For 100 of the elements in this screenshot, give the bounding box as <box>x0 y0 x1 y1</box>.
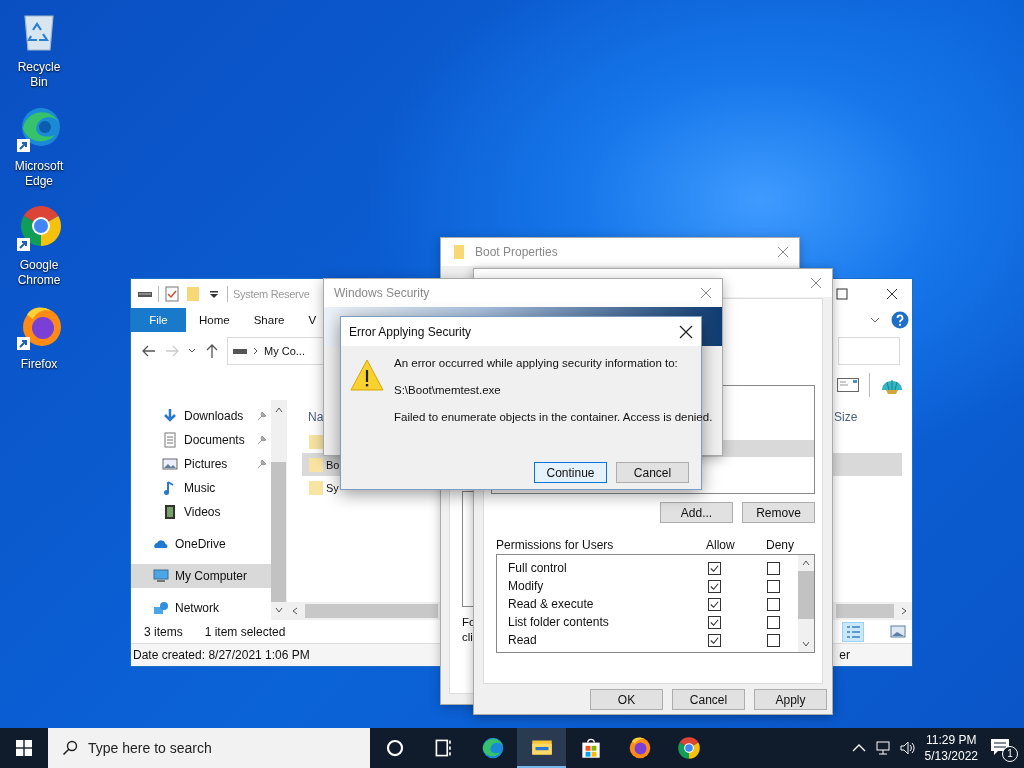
scroll-down-icon[interactable] <box>274 606 283 614</box>
desktop-icon-label[interactable]: Microsoft Edge <box>9 159 69 189</box>
help-icon[interactable] <box>891 311 909 329</box>
details-text: er <box>839 648 850 662</box>
edge-icon[interactable] <box>15 105 63 153</box>
checkbox[interactable] <box>708 561 721 575</box>
message-text: Failed to enumerate objects in the container. Access is denied. <box>394 410 713 425</box>
checkbox[interactable] <box>708 597 721 611</box>
item-count: 3 items <box>144 624 183 639</box>
film-icon <box>162 504 178 520</box>
permission-name: Read <box>508 633 538 647</box>
folder-icon <box>308 456 324 473</box>
monitor-icon <box>153 568 169 584</box>
scroll-left-icon[interactable] <box>291 607 299 615</box>
description-text: cli <box>462 630 473 645</box>
nav-item[interactable]: OneDrive <box>131 532 271 556</box>
picture-icon <box>162 456 178 472</box>
window-title: Boot Properties <box>475 245 558 259</box>
window-title: Windows Security <box>334 286 430 300</box>
details-view-icon[interactable] <box>842 621 864 642</box>
checkbox[interactable] <box>767 579 780 593</box>
permission-name: Read & execute <box>508 597 595 611</box>
column-header: Deny <box>766 538 795 554</box>
ribbon-tab[interactable]: V <box>306 308 319 332</box>
dialog-button[interactable]: Continue <box>534 462 607 483</box>
checkbox[interactable] <box>767 597 780 611</box>
close-icon[interactable] <box>679 324 693 339</box>
permissions-label: Permissions for Users <box>496 538 615 554</box>
desktop-icon-label[interactable]: Firefox <box>9 357 69 372</box>
nav-item[interactable]: Pictures <box>131 452 271 476</box>
scroll-up-icon[interactable] <box>274 406 283 414</box>
search-field[interactable] <box>838 337 900 365</box>
chevron-right-icon <box>252 347 260 355</box>
pin-icon[interactable] <box>257 411 267 421</box>
scroll-thumb[interactable] <box>798 571 814 619</box>
dialog-button[interactable]: Cancel <box>672 689 745 710</box>
maximize-icon[interactable] <box>836 287 848 300</box>
ribbon-tab[interactable]: Home <box>197 308 232 332</box>
pin-icon[interactable] <box>257 435 267 445</box>
document-icon <box>162 432 178 448</box>
network-icon <box>153 600 169 616</box>
permission-name: Modify <box>508 579 545 593</box>
dialog-title: Error Applying Security <box>349 324 472 339</box>
up-arrow-icon[interactable] <box>204 343 220 359</box>
desktop-icon-label[interactable]: Google Chrome <box>9 258 69 288</box>
checkbox[interactable] <box>708 615 721 629</box>
clock-date[interactable]: 5/13/2022 <box>924 748 978 764</box>
thumbnail-view-icon[interactable] <box>888 622 908 641</box>
checkbox[interactable] <box>767 561 780 575</box>
volume-icon[interactable] <box>898 740 915 756</box>
checkbox[interactable] <box>767 615 780 629</box>
folder-icon <box>308 479 324 496</box>
search-icon <box>62 740 78 756</box>
chrome-icon[interactable] <box>15 204 63 252</box>
scroll-thumb[interactable] <box>305 604 438 618</box>
dialog-button[interactable]: Cancel <box>616 462 689 483</box>
folder-icon[interactable] <box>517 728 566 768</box>
nav-item[interactable]: Music <box>131 476 271 500</box>
folder-icon <box>451 244 467 260</box>
scroll-thumb[interactable] <box>836 604 894 618</box>
download-arrow-icon <box>162 408 178 424</box>
nav-item[interactable]: Documents <box>131 428 271 452</box>
folder-icon <box>308 433 324 450</box>
ribbon-tab[interactable]: Share <box>251 308 287 332</box>
permission-name: Full control <box>508 561 568 575</box>
scroll-down-icon[interactable] <box>802 640 810 648</box>
pin-icon[interactable] <box>257 459 267 469</box>
permission-name: List folder contents <box>508 615 610 629</box>
scroll-thumb[interactable] <box>271 462 286 602</box>
dialog-button[interactable]: Remove <box>742 502 815 523</box>
checkbox[interactable] <box>708 633 721 647</box>
address-text: My Co... <box>264 345 305 357</box>
message-text: S:\Boot\memtest.exe <box>394 383 502 398</box>
properties-icon[interactable] <box>164 285 180 302</box>
close-icon[interactable] <box>886 287 898 300</box>
dialog-button[interactable]: OK <box>590 689 663 710</box>
dialog-button[interactable]: Apply <box>754 689 827 710</box>
network-icon[interactable] <box>874 740 891 756</box>
checkbox[interactable] <box>767 633 780 647</box>
column-header: Allow <box>706 538 736 554</box>
warning-icon <box>350 359 384 391</box>
start-icon[interactable] <box>16 740 32 756</box>
message-text: An error occurred while applying security information to: <box>394 356 679 371</box>
scroll-up-icon[interactable] <box>802 559 810 567</box>
notification-badge: 1 <box>1002 746 1018 762</box>
back-arrow-icon[interactable] <box>141 343 157 359</box>
clock-time[interactable]: 11:29 PM <box>926 732 977 748</box>
dialog-button[interactable]: Add... <box>660 502 733 523</box>
nav-item[interactable]: Network <box>131 596 271 620</box>
selection-count: 1 item selected <box>204 624 286 639</box>
desktop-icon-label[interactable]: Recycle Bin <box>9 60 69 90</box>
window-title: System Reserve <box>233 287 310 300</box>
scroll-right-icon[interactable] <box>900 607 908 615</box>
column-header[interactable]: Size <box>834 410 858 424</box>
envelope-icon[interactable] <box>837 377 859 393</box>
nav-item[interactable]: Videos <box>131 500 271 524</box>
nav-item[interactable]: My Computer <box>131 564 271 588</box>
checkbox[interactable] <box>708 579 721 593</box>
nav-item[interactable]: Downloads <box>131 404 271 428</box>
search-field[interactable]: Type here to search <box>48 728 370 768</box>
